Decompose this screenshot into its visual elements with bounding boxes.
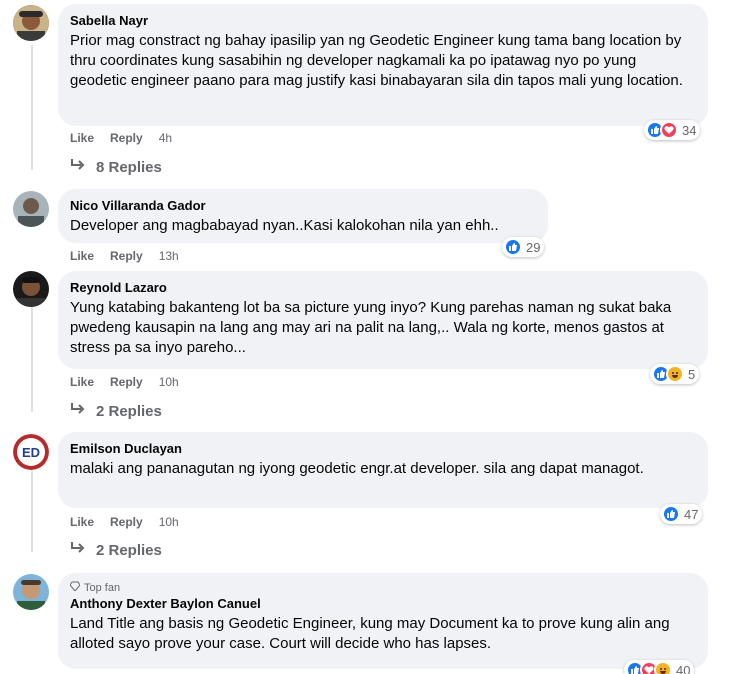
- top-fan-badge: Top fan: [69, 581, 696, 595]
- comment-bubble: Emilson Duclayan malaki ang pananagutan …: [58, 432, 708, 508]
- avatar[interactable]: ED: [13, 434, 49, 470]
- comment-text: Land Title ang basis ng Geodetic Enginee…: [70, 615, 670, 652]
- top-fan-label: Top fan: [84, 582, 121, 594]
- reaction-summary[interactable]: 47: [660, 504, 703, 524]
- svg-text:ED: ED: [22, 445, 40, 460]
- replies-label: 2 Replies: [96, 541, 162, 559]
- reaction-count: 5: [688, 366, 696, 382]
- view-replies-button[interactable]: 2 Replies: [70, 541, 162, 559]
- reaction-count: 47: [684, 506, 699, 522]
- reaction-summary[interactable]: 34: [644, 120, 701, 140]
- reply-button[interactable]: Reply: [110, 249, 143, 263]
- avatar[interactable]: [13, 574, 49, 610]
- timestamp[interactable]: 13h: [159, 249, 179, 263]
- replies-label: 8 Replies: [96, 158, 162, 176]
- reaction-summary[interactable]: 40: [624, 660, 695, 674]
- comment-bubble: Nico Villaranda Gador Developer ang magb…: [58, 189, 548, 243]
- comment-text: malaki ang pananagutan ng iyong geodetic…: [70, 460, 644, 477]
- reaction-count: 40: [676, 662, 691, 674]
- comment-actions: Like Reply 10h: [70, 375, 179, 389]
- like-button[interactable]: Like: [70, 131, 94, 145]
- reaction-summary[interactable]: 5: [650, 364, 700, 384]
- reply-button[interactable]: Reply: [110, 131, 143, 145]
- comment-author[interactable]: Anthony Dexter Baylon Canuel: [70, 595, 696, 612]
- reply-arrow-icon: [70, 158, 86, 176]
- reaction-summary[interactable]: 29: [502, 237, 545, 257]
- thread-line: [31, 45, 33, 170]
- reply-arrow-icon: [70, 402, 86, 420]
- like-button[interactable]: Like: [70, 515, 94, 529]
- reply-arrow-icon: [70, 541, 86, 559]
- like-button[interactable]: Like: [70, 375, 94, 389]
- timestamp[interactable]: 10h: [159, 375, 179, 389]
- comment-bubble: Reynold Lazaro Yung katabing bakanteng l…: [58, 271, 708, 369]
- reaction-count: 29: [526, 239, 541, 255]
- reply-button[interactable]: Reply: [110, 515, 143, 529]
- reaction-count: 34: [682, 122, 697, 138]
- view-replies-button[interactable]: 8 Replies: [70, 158, 162, 176]
- avatar[interactable]: [13, 191, 49, 227]
- comment-author[interactable]: Emilson Duclayan: [70, 440, 696, 457]
- thread-line: [31, 307, 33, 412]
- diamond-icon: [69, 581, 81, 595]
- haha-icon: [666, 365, 684, 383]
- comment-bubble: Sabella Nayr Prior mag constract ng baha…: [58, 4, 708, 126]
- love-icon: [660, 121, 678, 139]
- replies-label: 2 Replies: [96, 402, 162, 420]
- comment-actions: Like Reply 4h: [70, 131, 172, 145]
- view-replies-button[interactable]: 2 Replies: [70, 402, 162, 420]
- avatar[interactable]: [13, 271, 49, 307]
- haha-icon: [654, 661, 672, 674]
- comment-actions: Like Reply 10h: [70, 515, 179, 529]
- thread-line: [31, 468, 33, 552]
- comment-author[interactable]: Nico Villaranda Gador: [70, 197, 536, 214]
- comment-bubble: Top fan Anthony Dexter Baylon Canuel Lan…: [58, 573, 708, 669]
- comment-author[interactable]: Reynold Lazaro: [70, 279, 696, 296]
- reply-button[interactable]: Reply: [110, 375, 143, 389]
- timestamp[interactable]: 10h: [159, 515, 179, 529]
- comment-text: Yung katabing bakanteng lot ba sa pictur…: [70, 299, 672, 356]
- comment-actions: Like Reply 13h: [70, 249, 179, 263]
- comment-text: Developer ang magbabayad nyan..Kasi kalo…: [70, 217, 499, 234]
- like-icon: [662, 505, 680, 523]
- avatar[interactable]: [13, 5, 49, 41]
- comment-text: Prior mag constract ng bahay ipasilip ya…: [70, 32, 683, 89]
- like-icon: [504, 238, 522, 256]
- comment-author[interactable]: Sabella Nayr: [70, 12, 696, 29]
- timestamp[interactable]: 4h: [159, 131, 172, 145]
- like-button[interactable]: Like: [70, 249, 94, 263]
